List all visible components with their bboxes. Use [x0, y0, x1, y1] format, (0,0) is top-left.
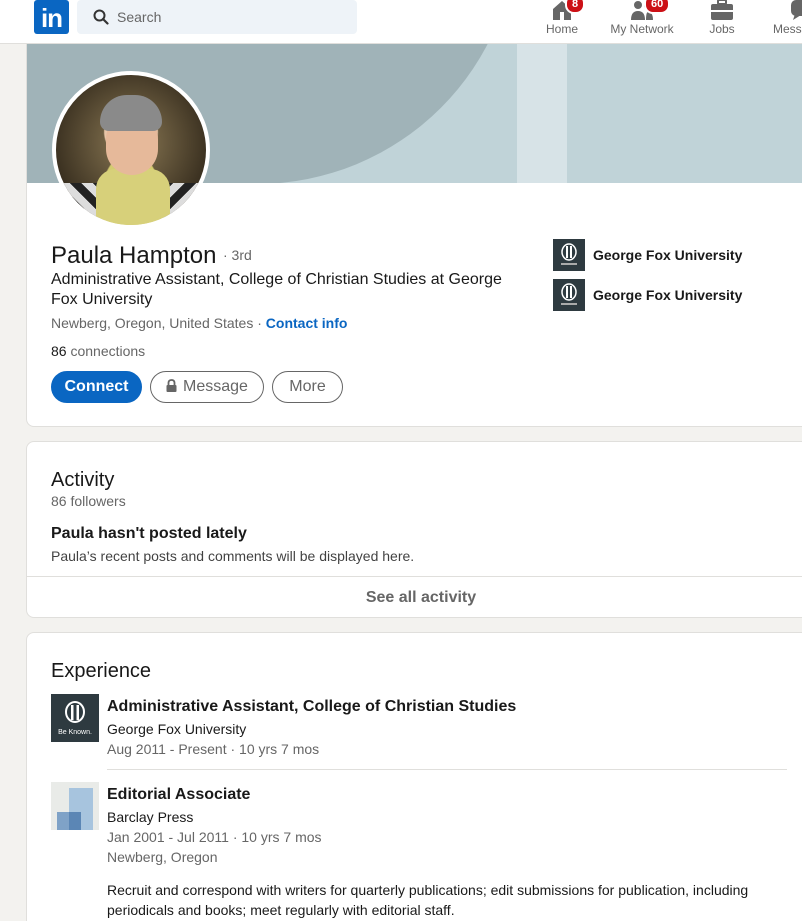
briefcase-icon — [711, 0, 733, 20]
followers-count: 86 followers — [51, 493, 126, 509]
location-separator: · — [253, 315, 266, 331]
message-button-label: Message — [183, 378, 248, 395]
profile-avatar[interactable] — [52, 71, 210, 229]
company-logo-icon[interactable] — [51, 782, 99, 830]
top-nav: in 8 Home 60 My Network Jobs — [0, 0, 802, 44]
activity-empty-desc: Paula’s recent posts and comments will b… — [51, 548, 415, 564]
experience-company-1: George Fox University — [107, 721, 247, 737]
profile-location: Newberg, Oregon, United States — [51, 315, 254, 331]
activity-empty-title: Paula hasn't posted lately — [51, 525, 247, 542]
see-all-activity-button[interactable]: See all activity — [27, 576, 802, 617]
experience-card: Experience Be Known. Administrative Assi… — [26, 632, 802, 921]
linkedin-logo-icon[interactable]: in — [34, 0, 69, 34]
university-logo-icon — [553, 279, 585, 311]
message-button[interactable]: Message — [150, 371, 264, 403]
nav-jobs[interactable]: Jobs — [700, 0, 744, 44]
experience-company-2: Barclay Press — [107, 809, 194, 825]
experience-description-2: Recruit and correspond with writers for … — [107, 882, 749, 918]
nav-my-network[interactable]: 60 My Network — [604, 0, 680, 44]
nav-messaging-label: Messaging — [773, 22, 802, 36]
lock-icon — [166, 379, 177, 392]
connections-number: 86 — [51, 343, 67, 359]
chat-icon — [791, 0, 802, 20]
connections-label: connections — [66, 343, 146, 359]
connections-count[interactable]: 86 connections — [51, 343, 145, 359]
profile-location-line: Newberg, Oregon, United States · Contact… — [51, 315, 347, 331]
org-name-1: George Fox University — [593, 247, 743, 263]
profile-headline: Administrative Assistant, College of Chr… — [51, 271, 502, 308]
university-logo-icon — [553, 239, 585, 271]
search-input[interactable] — [117, 0, 347, 34]
connection-degree: · 3rd — [223, 247, 252, 263]
network-badge: 60 — [644, 0, 671, 14]
nav-messaging[interactable]: Messaging — [770, 0, 802, 44]
nav-jobs-label: Jobs — [709, 22, 735, 36]
connect-button[interactable]: Connect — [51, 371, 142, 403]
nav-home[interactable]: 8 Home — [538, 0, 586, 44]
experience-dates-2: Jan 2001 - Jul 2011 · 10 yrs 7 mos — [107, 829, 322, 845]
experience-dates-1: Aug 2011 - Present · 10 yrs 7 mos — [107, 741, 320, 757]
search-bar[interactable] — [77, 0, 357, 34]
nav-home-label: Home — [545, 22, 578, 36]
home-badge: 8 — [565, 0, 586, 14]
profile-card: Paula Hampton · 3rd Administrative Assis… — [26, 44, 802, 427]
contact-info-link[interactable]: Contact info — [266, 315, 348, 331]
org-name-2: George Fox University — [593, 287, 743, 303]
activity-card: Activity 86 followers Paula hasn't poste… — [26, 441, 802, 618]
profile-name: Paula Hampton — [51, 242, 217, 269]
experience-title: Experience — [51, 660, 152, 682]
nav-network-label: My Network — [610, 22, 674, 36]
experience-title-1[interactable]: Administrative Assistant, College of Chr… — [107, 698, 516, 716]
search-icon — [93, 9, 109, 25]
experience-location-2: Newberg, Oregon — [107, 849, 218, 865]
logo-text: Be Known. — [58, 729, 92, 736]
divider — [107, 769, 787, 770]
experience-title-2[interactable]: Editorial Associate — [107, 786, 250, 804]
university-logo-icon[interactable]: Be Known. — [51, 694, 99, 742]
more-button[interactable]: More — [272, 371, 343, 403]
activity-title: Activity — [51, 469, 115, 491]
